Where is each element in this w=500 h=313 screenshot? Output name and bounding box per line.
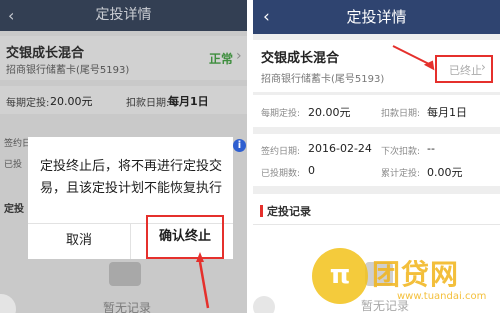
- watermark-site: www.tuandai.com: [397, 291, 487, 302]
- watermark-pi-icon: π: [329, 260, 351, 290]
- left-screen: ‹ 定投详情 交银成长混合 招商银行储蓄卡(尾号5193) 正常 › 每期定投:…: [0, 0, 247, 313]
- annotation-arrow-icon: [196, 252, 210, 309]
- watermark-brand: 团贷网: [372, 258, 460, 291]
